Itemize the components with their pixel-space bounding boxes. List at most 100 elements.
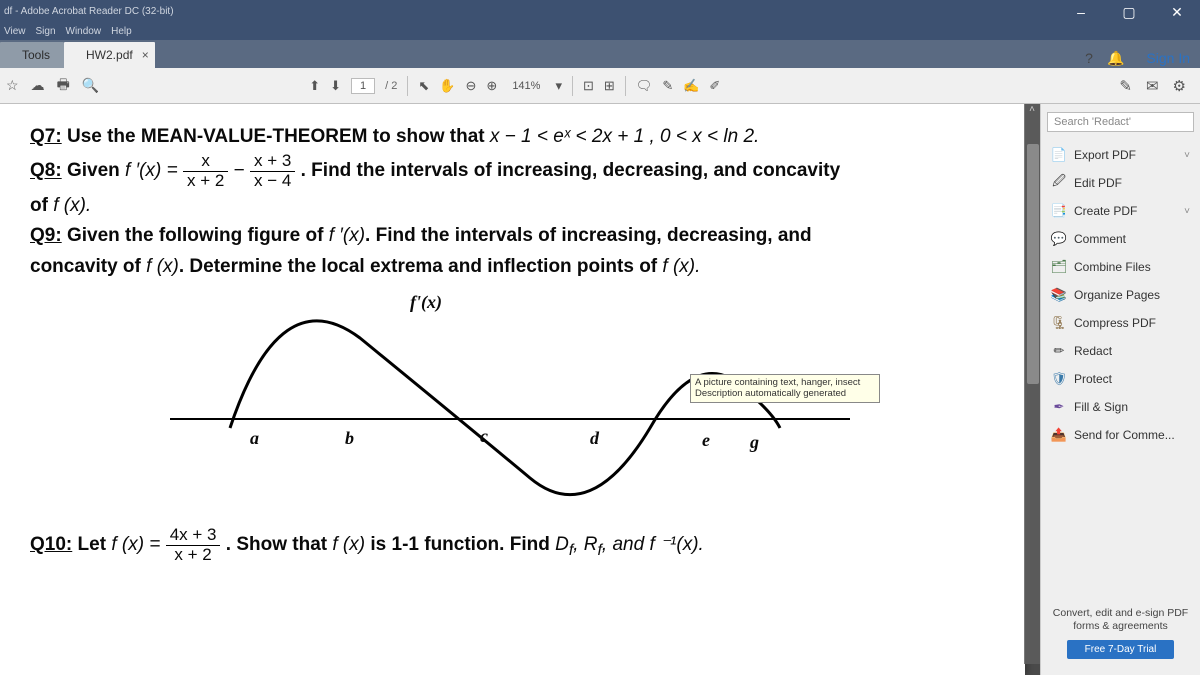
combine-icon: 🗂 (1051, 259, 1067, 275)
tool-comment[interactable]: 💬Comment (1047, 226, 1194, 252)
chevron-down-icon: ˅ (1184, 150, 1190, 161)
highlight-icon[interactable]: ✎ (662, 78, 673, 94)
maximize-button[interactable]: ▢ (1112, 4, 1146, 21)
zoom-in-icon[interactable]: ⊕ (486, 78, 497, 94)
q7-line: Q7: Use the MEAN-VALUE-THEOREM to show t… (30, 122, 995, 152)
tool-label: Export PDF (1074, 148, 1136, 162)
q8-given: Given (62, 161, 125, 182)
q8-line1: Q8: Given f ′(x) = xx + 2 − x + 3x − 4 .… (30, 152, 995, 190)
q8-rest: . Find the intervals of increasing, decr… (301, 161, 841, 182)
promo-panel: Convert, edit and e-sign PDF forms & agr… (1047, 599, 1194, 667)
toolbar-center: ⬆ ⬇ 1 / 2 ⬉ ✋ ⊖ ⊕ 141% ▾ ⊡ ⊞ 🗨 ✎ ✍ ✐ (309, 76, 720, 96)
q8-fprime: f ′(x) = (125, 161, 178, 182)
menu-view[interactable]: View (4, 26, 26, 37)
header-right: ? 🔔 Sign In (1085, 44, 1190, 72)
tool-label: Create PDF (1074, 204, 1137, 218)
point-e: e (702, 426, 710, 455)
title-bar: df - Adobe Acrobat Reader DC (32-bit) (0, 0, 1200, 22)
tool-protect[interactable]: 🛡Protect (1047, 366, 1194, 392)
fit-page-icon[interactable]: ⊞ (604, 78, 615, 94)
menu-help[interactable]: Help (111, 26, 132, 37)
zoom-out-icon[interactable]: ⊖ (466, 78, 477, 94)
tool-send-comment[interactable]: 📤Send for Comme... (1047, 422, 1194, 448)
more-icon[interactable]: ⚙ (1173, 77, 1186, 95)
divider (572, 76, 573, 96)
alt-text-tooltip: A picture containing text, hanger, insec… (690, 374, 880, 403)
document-container: Q7: Use the MEAN-VALUE-THEOREM to show t… (0, 104, 1040, 675)
draw-icon[interactable]: ✍ (683, 78, 699, 94)
menu-sign[interactable]: Sign (36, 26, 56, 37)
sidebar-search-input[interactable]: Search 'Redact' (1047, 112, 1194, 132)
organize-icon: 📚 (1051, 287, 1067, 303)
tab-tools-label: Tools (22, 48, 50, 62)
vertical-scrollbar[interactable] (1024, 104, 1040, 664)
chevron-down-icon: ˅ (1184, 206, 1190, 217)
tool-export-pdf[interactable]: 📄Export PDF˅ (1047, 142, 1194, 168)
menu-bar: View Sign Window Help (0, 22, 1200, 40)
protect-icon: 🛡 (1051, 371, 1067, 387)
scroll-up-icon[interactable]: ˄ (1024, 104, 1040, 120)
print-icon[interactable]: 🖶 (57, 74, 70, 98)
tab-document[interactable]: HW2.pdf × (64, 42, 155, 68)
help-icon[interactable]: ? (1085, 50, 1093, 66)
sign-in-link[interactable]: Sign In (1146, 50, 1190, 66)
tool-redact[interactable]: ✏ Redact (1047, 338, 1194, 364)
fill-sign-icon: ✒ (1051, 399, 1067, 415)
tool-label: Redact (1074, 344, 1112, 358)
toolbar: ☆ ☁ 🖶 🔍 ⬆ ⬇ 1 / 2 ⬉ ✋ ⊖ ⊕ 141% ▾ ⊡ ⊞ 🗨 ✎… (0, 68, 1200, 104)
erase-icon[interactable]: ✐ (709, 78, 720, 94)
tab-close-icon[interactable]: × (142, 48, 149, 62)
tab-bar: Tools HW2.pdf × ? 🔔 Sign In (0, 40, 1200, 68)
promo-text: Convert, edit and e-sign PDF forms & agr… (1051, 607, 1190, 634)
fit-width-icon[interactable]: ⊡ (583, 78, 594, 94)
select-tool-icon[interactable]: ⬉ (418, 78, 429, 94)
mail-icon[interactable]: ✉ (1146, 77, 1159, 95)
tool-create-pdf[interactable]: 📑 Create PDF ˅ (1047, 198, 1194, 224)
menu-window[interactable]: Window (66, 26, 102, 37)
comment-icon[interactable]: 🗨 (636, 78, 653, 94)
tool-combine-files[interactable]: 🗂 Combine Files (1047, 254, 1194, 280)
bell-icon[interactable]: 🔔 (1107, 50, 1124, 67)
tab-tools[interactable]: Tools (0, 42, 64, 68)
sign-tool-icon[interactable]: ✎ (1119, 77, 1132, 95)
point-a: a (250, 424, 259, 453)
tool-label: Combine Files (1074, 260, 1151, 274)
point-b: b (345, 424, 354, 453)
page-number-input[interactable]: 1 (351, 78, 375, 94)
tool-label: Compress PDF (1074, 316, 1156, 330)
divider (625, 76, 626, 96)
hand-tool-icon[interactable]: ✋ (439, 78, 455, 94)
minimize-button[interactable]: – (1064, 4, 1098, 20)
tool-edit-pdf[interactable]: 🖉Edit PDF (1047, 170, 1194, 196)
q8-frac1: xx + 2 (183, 152, 228, 190)
tooltip-line2: Description automatically generated (695, 388, 875, 399)
zoom-value[interactable]: 141% (507, 78, 545, 94)
tool-compress-pdf[interactable]: 🗜Compress PDF (1047, 310, 1194, 336)
tool-label: Fill & Sign (1074, 400, 1128, 414)
main-area: Q7: Use the MEAN-VALUE-THEOREM to show t… (0, 104, 1200, 675)
app-title: df - Adobe Acrobat Reader DC (32-bit) (4, 6, 174, 17)
search-icon[interactable]: 🔍 (82, 77, 99, 94)
close-window-button[interactable]: ✕ (1160, 4, 1194, 21)
q7-math: x − 1 < eˣ < 2x + 1 , 0 < x < ln 2. (490, 126, 759, 147)
create-icon: 📑 (1051, 203, 1067, 219)
page-down-icon[interactable]: ⬇ (330, 78, 341, 94)
star-icon[interactable]: ☆ (6, 77, 19, 94)
redact-icon: ✏ (1051, 343, 1067, 359)
free-trial-button[interactable]: Free 7-Day Trial (1067, 640, 1175, 659)
page-up-icon[interactable]: ⬆ (309, 78, 320, 94)
q10-frac: 4x + 3x + 2 (166, 526, 221, 564)
window-controls: – ▢ ✕ (1064, 0, 1200, 24)
document-page[interactable]: Q7: Use the MEAN-VALUE-THEOREM to show t… (0, 104, 1025, 675)
q9-line1: Q9: Given the following figure of f ′(x)… (30, 221, 995, 251)
tooltip-line1: A picture containing text, hanger, insec… (695, 377, 875, 388)
q10-line: Q10: Let f (x) = 4x + 3x + 2 . Show that… (30, 526, 995, 564)
zoom-dropdown-icon[interactable]: ▾ (555, 78, 562, 94)
tool-label: Send for Comme... (1074, 428, 1175, 442)
q8-minus: − (234, 161, 245, 182)
cloud-icon[interactable]: ☁ (31, 77, 45, 94)
tool-organize-pages[interactable]: 📚Organize Pages (1047, 282, 1194, 308)
tool-label: Comment (1074, 232, 1126, 246)
q9-line2: concavity of f (x). Determine the local … (30, 252, 995, 282)
tool-fill-sign[interactable]: ✒ Fill & Sign (1047, 394, 1194, 420)
